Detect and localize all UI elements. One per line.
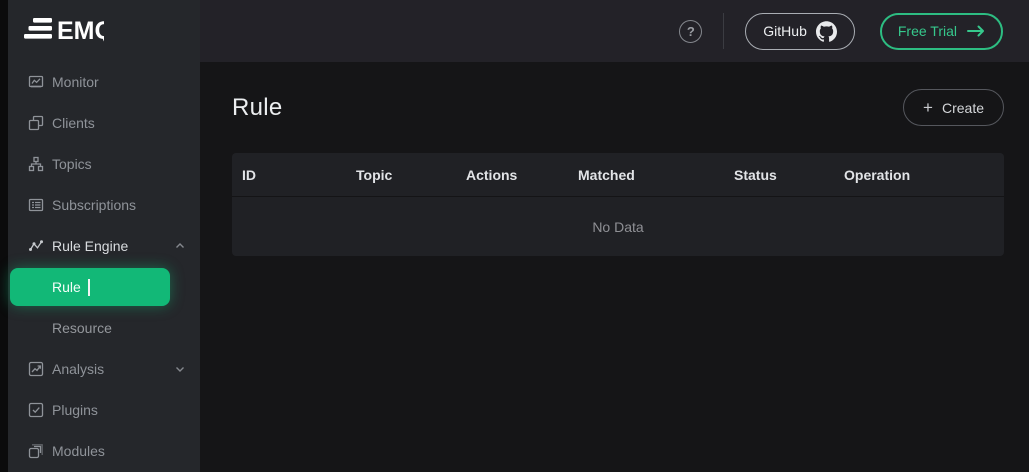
main-content: Rule + Create ID Topic Actions Matched S… [200,62,1029,472]
sidebar-item-label: Plugins [52,402,98,418]
github-button[interactable]: GitHub [745,13,855,50]
column-header-id: ID [232,167,346,183]
sidebar-item-plugins[interactable]: Plugins [8,389,200,430]
sidebar-subitem-label: Resource [52,320,112,336]
rule-engine-icon [28,238,44,254]
sidebar: EMQ Monitor [8,0,200,472]
github-octocat-icon [816,21,837,42]
emqx-dashboard: EMQ Monitor [0,0,1029,472]
sidebar-item-label: Modules [52,443,105,459]
plus-icon: + [923,99,933,116]
emq-logo-icon: EMQ [24,14,104,46]
sidebar-item-label: Rule Engine [52,238,128,254]
emq-logo: EMQ [24,14,104,46]
plugins-icon [28,402,44,418]
github-button-label: GitHub [763,23,807,39]
help-button[interactable]: ? [679,20,702,43]
window-left-edge [0,0,8,472]
question-mark-icon: ? [687,25,695,38]
column-header-status: Status [724,167,834,183]
monitor-icon [28,74,44,90]
modules-icon [28,443,44,459]
create-button[interactable]: + Create [903,89,1004,126]
analysis-icon [28,361,44,377]
table-header-row: ID Topic Actions Matched Status Operatio… [232,153,1004,197]
page-title: Rule [232,94,283,122]
chevron-down-icon [174,363,186,375]
sidebar-subitem-resource[interactable]: Resource [8,307,200,348]
subscriptions-icon [28,197,44,213]
column-header-actions: Actions [456,167,568,183]
chevron-up-icon [174,240,186,252]
sidebar-item-subscriptions[interactable]: Subscriptions [8,184,200,225]
sidebar-item-modules[interactable]: Modules [8,430,200,471]
free-trial-button[interactable]: Free Trial [880,13,1003,50]
sidebar-item-rule-engine[interactable]: Rule Engine [8,225,200,266]
sidebar-item-label: Topics [52,156,92,172]
column-header-topic: Topic [346,167,456,183]
sidebar-item-label: Subscriptions [52,197,136,213]
sidebar-item-label: Analysis [52,361,104,377]
empty-state-text: No Data [232,197,1004,256]
sidebar-nav: Monitor Clients [8,61,200,471]
sidebar-item-monitor[interactable]: Monitor [8,61,200,102]
create-button-label: Create [942,100,984,116]
text-cursor [88,279,90,296]
arrow-right-icon [967,25,985,37]
sidebar-item-topics[interactable]: Topics [8,143,200,184]
sidebar-subitem-label: Rule [52,279,81,295]
topbar: ? GitHub Free Trial [200,0,1029,62]
free-trial-label: Free Trial [898,23,957,39]
clients-icon [28,115,44,131]
topbar-divider [723,13,724,49]
rules-table: ID Topic Actions Matched Status Operatio… [232,153,1004,256]
sidebar-item-clients[interactable]: Clients [8,102,200,143]
column-header-matched: Matched [568,167,724,183]
emq-logo-text: EMQ [57,17,104,45]
column-header-operation: Operation [834,167,1004,183]
topics-icon [28,156,44,172]
sidebar-item-analysis[interactable]: Analysis [8,348,200,389]
sidebar-item-label: Clients [52,115,95,131]
sidebar-item-label: Monitor [52,74,99,90]
page-header: Rule + Create [200,62,1029,126]
sidebar-subitem-rule[interactable]: Rule [10,268,170,306]
